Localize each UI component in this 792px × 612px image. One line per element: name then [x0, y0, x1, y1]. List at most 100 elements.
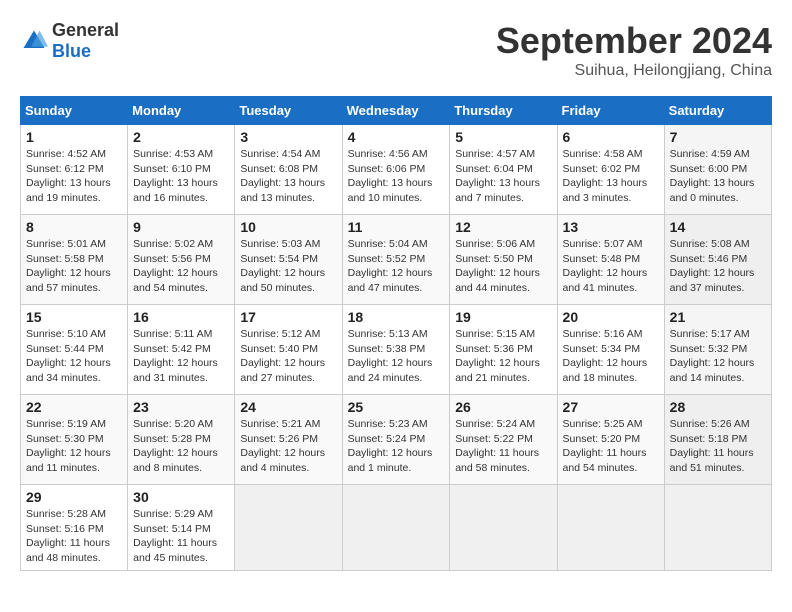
calendar-week-2: 8 Sunrise: 5:01 AMSunset: 5:58 PMDaylight… — [21, 215, 772, 305]
day-info: Sunrise: 5:21 AMSunset: 5:26 PMDaylight:… — [240, 417, 336, 476]
day-number: 7 — [670, 129, 766, 145]
day-number: 3 — [240, 129, 336, 145]
day-info: Sunrise: 5:07 AMSunset: 5:48 PMDaylight:… — [563, 237, 659, 296]
day-number: 1 — [26, 129, 122, 145]
calendar-cell: 25 Sunrise: 5:23 AMSunset: 5:24 PMDayligh… — [342, 395, 450, 485]
day-info: Sunrise: 5:13 AMSunset: 5:38 PMDaylight:… — [348, 327, 445, 386]
location-title: Suihua, Heilongjiang, China — [496, 62, 772, 80]
calendar-cell: 26Sunrise: 5:24 AMSunset: 5:22 PMDayligh… — [450, 395, 557, 485]
day-number: 9 — [133, 219, 229, 235]
calendar-cell: 15 Sunrise: 5:10 AMSunset: 5:44 PMDayligh… — [21, 305, 128, 395]
calendar-cell: 23Sunrise: 5:20 AMSunset: 5:28 PMDayligh… — [128, 395, 235, 485]
day-info: Sunrise: 5:17 AMSunset: 5:32 PMDaylight:… — [670, 327, 766, 386]
day-info: Sunrise: 5:15 AMSunset: 5:36 PMDaylight:… — [455, 327, 551, 386]
calendar-cell: 17 Sunrise: 5:12 AMSunset: 5:40 PMDayligh… — [235, 305, 342, 395]
calendar-cell: 8 Sunrise: 5:01 AMSunset: 5:58 PMDaylight… — [21, 215, 128, 305]
weekday-header-tuesday: Tuesday — [235, 97, 342, 125]
calendar-cell — [450, 485, 557, 571]
calendar-cell: 5 Sunrise: 4:57 AMSunset: 6:04 PMDaylight… — [450, 125, 557, 215]
day-number: 17 — [240, 309, 336, 325]
page-header: General Blue September 2024 Suihua, Heil… — [20, 20, 772, 80]
day-info: Sunrise: 5:20 AMSunset: 5:28 PMDaylight:… — [133, 417, 229, 476]
day-info: Sunrise: 4:53 AMSunset: 6:10 PMDaylight:… — [133, 147, 229, 206]
calendar-cell: 2 Sunrise: 4:53 AMSunset: 6:10 PMDaylight… — [128, 125, 235, 215]
day-number: 8 — [26, 219, 122, 235]
day-info: Sunrise: 5:12 AMSunset: 5:40 PMDaylight:… — [240, 327, 336, 386]
calendar-cell: 7 Sunrise: 4:59 AMSunset: 6:00 PMDaylight… — [664, 125, 771, 215]
day-number: 11 — [348, 219, 445, 235]
day-info: Sunrise: 5:28 AMSunset: 5:16 PMDaylight:… — [26, 507, 122, 566]
day-info: Sunrise: 5:10 AMSunset: 5:44 PMDaylight:… — [26, 327, 122, 386]
calendar-cell: 6 Sunrise: 4:58 AMSunset: 6:02 PMDaylight… — [557, 125, 664, 215]
day-number: 16 — [133, 309, 229, 325]
day-info: Sunrise: 5:26 AMSunset: 5:18 PMDaylight:… — [670, 417, 766, 476]
calendar-cell: 28 Sunrise: 5:26 AMSunset: 5:18 PMDayligh… — [664, 395, 771, 485]
day-info: Sunrise: 4:56 AMSunset: 6:06 PMDaylight:… — [348, 147, 445, 206]
day-number: 21 — [670, 309, 766, 325]
day-info: Sunrise: 5:03 AMSunset: 5:54 PMDaylight:… — [240, 237, 336, 296]
day-info: Sunrise: 5:04 AMSunset: 5:52 PMDaylight:… — [348, 237, 445, 296]
calendar-cell: 22 Sunrise: 5:19 AMSunset: 5:30 PMDayligh… — [21, 395, 128, 485]
calendar-cell: 12Sunrise: 5:06 AMSunset: 5:50 PMDayligh… — [450, 215, 557, 305]
day-number: 4 — [348, 129, 445, 145]
day-info: Sunrise: 5:24 AMSunset: 5:22 PMDaylight:… — [455, 417, 551, 476]
day-number: 25 — [348, 399, 445, 415]
day-number: 22 — [26, 399, 122, 415]
weekday-header-saturday: Saturday — [664, 97, 771, 125]
calendar-cell: 29 Sunrise: 5:28 AMSunset: 5:16 PMDayligh… — [21, 485, 128, 571]
day-info: Sunrise: 4:54 AMSunset: 6:08 PMDaylight:… — [240, 147, 336, 206]
calendar-cell: 19 Sunrise: 5:15 AMSunset: 5:36 PMDayligh… — [450, 305, 557, 395]
day-number: 15 — [26, 309, 122, 325]
day-info: Sunrise: 5:06 AMSunset: 5:50 PMDaylight:… — [455, 237, 551, 296]
calendar-cell: 11 Sunrise: 5:04 AMSunset: 5:52 PMDayligh… — [342, 215, 450, 305]
day-number: 27 — [563, 399, 659, 415]
day-number: 30 — [133, 489, 229, 505]
day-number: 20 — [563, 309, 659, 325]
day-info: Sunrise: 4:57 AMSunset: 6:04 PMDaylight:… — [455, 147, 551, 206]
day-info: Sunrise: 4:59 AMSunset: 6:00 PMDaylight:… — [670, 147, 766, 206]
day-info: Sunrise: 5:23 AMSunset: 5:24 PMDaylight:… — [348, 417, 445, 476]
day-info: Sunrise: 5:08 AMSunset: 5:46 PMDaylight:… — [670, 237, 766, 296]
logo-blue: Blue — [52, 41, 91, 61]
weekday-header-row: SundayMondayTuesdayWednesdayThursdayFrid… — [21, 97, 772, 125]
day-number: 5 — [455, 129, 551, 145]
calendar-cell — [664, 485, 771, 571]
day-info: Sunrise: 5:25 AMSunset: 5:20 PMDaylight:… — [563, 417, 659, 476]
calendar-week-3: 15 Sunrise: 5:10 AMSunset: 5:44 PMDayligh… — [21, 305, 772, 395]
calendar-cell: 21 Sunrise: 5:17 AMSunset: 5:32 PMDayligh… — [664, 305, 771, 395]
day-number: 28 — [670, 399, 766, 415]
day-number: 14 — [670, 219, 766, 235]
logo: General Blue — [20, 20, 119, 62]
day-info: Sunrise: 5:29 AMSunset: 5:14 PMDaylight:… — [133, 507, 229, 566]
logo-text: General Blue — [52, 20, 119, 62]
calendar-cell: 14 Sunrise: 5:08 AMSunset: 5:46 PMDayligh… — [664, 215, 771, 305]
day-number: 10 — [240, 219, 336, 235]
day-number: 29 — [26, 489, 122, 505]
day-number: 24 — [240, 399, 336, 415]
weekday-header-monday: Monday — [128, 97, 235, 125]
weekday-header-friday: Friday — [557, 97, 664, 125]
day-number: 2 — [133, 129, 229, 145]
calendar-cell: 20 Sunrise: 5:16 AMSunset: 5:34 PMDayligh… — [557, 305, 664, 395]
weekday-header-wednesday: Wednesday — [342, 97, 450, 125]
calendar-cell: 3 Sunrise: 4:54 AMSunset: 6:08 PMDaylight… — [235, 125, 342, 215]
day-info: Sunrise: 4:52 AMSunset: 6:12 PMDaylight:… — [26, 147, 122, 206]
calendar-cell: 27 Sunrise: 5:25 AMSunset: 5:20 PMDayligh… — [557, 395, 664, 485]
calendar-cell — [342, 485, 450, 571]
day-number: 18 — [348, 309, 445, 325]
calendar-table: SundayMondayTuesdayWednesdayThursdayFrid… — [20, 96, 772, 571]
calendar-cell: 13Sunrise: 5:07 AMSunset: 5:48 PMDayligh… — [557, 215, 664, 305]
day-info: Sunrise: 5:01 AMSunset: 5:58 PMDaylight:… — [26, 237, 122, 296]
calendar-week-4: 22 Sunrise: 5:19 AMSunset: 5:30 PMDayligh… — [21, 395, 772, 485]
day-info: Sunrise: 5:16 AMSunset: 5:34 PMDaylight:… — [563, 327, 659, 386]
weekday-header-thursday: Thursday — [450, 97, 557, 125]
day-info: Sunrise: 5:11 AMSunset: 5:42 PMDaylight:… — [133, 327, 229, 386]
day-number: 6 — [563, 129, 659, 145]
day-info: Sunrise: 4:58 AMSunset: 6:02 PMDaylight:… — [563, 147, 659, 206]
calendar-cell — [235, 485, 342, 571]
calendar-cell: 4 Sunrise: 4:56 AMSunset: 6:06 PMDaylight… — [342, 125, 450, 215]
logo-general: General — [52, 20, 119, 40]
day-number: 19 — [455, 309, 551, 325]
calendar-cell: 24 Sunrise: 5:21 AMSunset: 5:26 PMDayligh… — [235, 395, 342, 485]
day-info: Sunrise: 5:19 AMSunset: 5:30 PMDaylight:… — [26, 417, 122, 476]
